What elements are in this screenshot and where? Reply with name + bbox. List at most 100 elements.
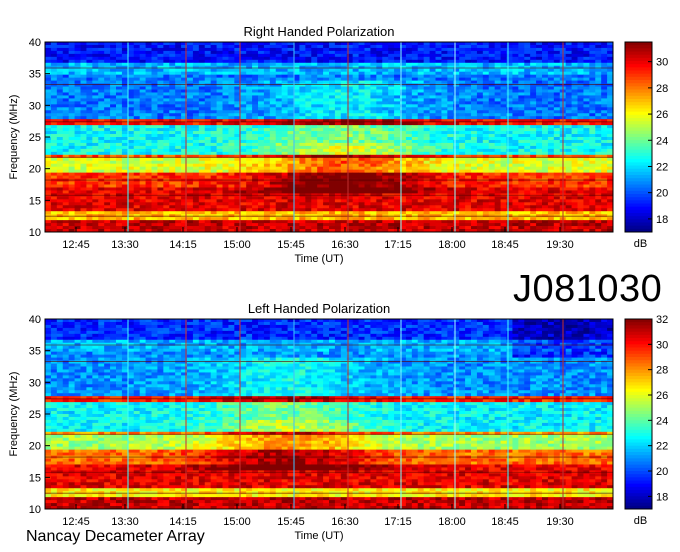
heatmap-cell: [45, 48, 51, 51]
heatmap-cell: [92, 98, 98, 101]
heatmap-cell: [211, 98, 217, 101]
heatmap-cell: [258, 113, 264, 116]
heatmap-cell: [323, 48, 329, 51]
heatmap-cell: [169, 63, 175, 66]
heatmap-cell: [199, 167, 205, 170]
heatmap-cell: [607, 42, 613, 45]
heatmap-cell: [495, 78, 501, 81]
heatmap-cell: [323, 87, 329, 90]
heatmap-cell: [57, 42, 63, 45]
heatmap-cell: [240, 116, 246, 119]
heatmap-cell: [146, 110, 152, 113]
heatmap-cell: [335, 125, 341, 128]
heatmap-cell: [264, 161, 270, 164]
heatmap-cell: [57, 158, 63, 161]
heatmap-cell: [128, 176, 134, 179]
heatmap-cell: [92, 48, 98, 51]
heatmap-cell: [353, 131, 359, 134]
heatmap-cell: [459, 51, 465, 54]
heatmap-cell: [536, 164, 542, 167]
heatmap-cell: [376, 187, 382, 190]
heatmap-cell: [258, 170, 264, 173]
heatmap-cell: [536, 143, 542, 146]
heatmap-cell: [104, 95, 110, 98]
heatmap-cell: [211, 107, 217, 110]
heatmap-cell: [246, 176, 252, 179]
heatmap-cell: [465, 182, 471, 185]
heatmap-cell: [459, 155, 465, 158]
heatmap-cell: [583, 87, 589, 90]
heatmap-cell: [116, 152, 122, 155]
heatmap-cell: [554, 146, 560, 149]
heatmap-cell: [447, 164, 453, 167]
heatmap-cell: [152, 187, 158, 190]
heatmap-cell: [305, 143, 311, 146]
heatmap-cell: [483, 155, 489, 158]
heatmap-cell: [370, 173, 376, 176]
heatmap-cell: [459, 54, 465, 57]
heatmap-cell: [512, 164, 518, 167]
heatmap-cell: [305, 42, 311, 45]
heatmap-cell: [418, 131, 424, 134]
heatmap-cell: [548, 190, 554, 193]
heatmap-cell: [436, 98, 442, 101]
heatmap-cell: [193, 134, 199, 137]
heatmap-cell: [406, 78, 412, 81]
heatmap-cell: [57, 63, 63, 66]
heatmap-cell: [92, 140, 98, 143]
heatmap-cell: [86, 98, 92, 101]
heatmap-cell: [589, 98, 595, 101]
heatmap-cell: [542, 173, 548, 176]
heatmap-cell: [69, 182, 75, 185]
heatmap-cell: [258, 146, 264, 149]
heatmap-cell: [86, 187, 92, 190]
heatmap-cell: [92, 87, 98, 90]
heatmap-cell: [453, 137, 459, 140]
heatmap-cell: [104, 170, 110, 173]
heatmap-cell: [518, 113, 524, 116]
heatmap-cell: [548, 75, 554, 78]
heatmap-cell: [98, 45, 104, 48]
heatmap-cell: [542, 90, 548, 93]
heatmap-cell: [45, 107, 51, 110]
heatmap-cell: [75, 155, 81, 158]
heatmap-cell: [163, 167, 169, 170]
heatmap-cell: [140, 107, 146, 110]
heatmap-cell: [81, 131, 87, 134]
heatmap-cell: [441, 185, 447, 188]
heatmap-cell: [228, 45, 234, 48]
heatmap-cell: [341, 158, 347, 161]
heatmap-cell: [317, 131, 323, 134]
heatmap-cell: [601, 134, 607, 137]
heatmap-cell: [566, 92, 572, 95]
heatmap-cell: [128, 69, 134, 72]
heatmap-cell: [607, 131, 613, 134]
heatmap-cell: [572, 137, 578, 140]
heatmap-cell: [436, 146, 442, 149]
heatmap-cell: [370, 128, 376, 131]
heatmap-cell: [45, 69, 51, 72]
heatmap-cell: [489, 161, 495, 164]
heatmap-cell: [240, 101, 246, 104]
heatmap-cell: [524, 69, 530, 72]
heatmap-cell: [205, 152, 211, 155]
heatmap-cell: [329, 45, 335, 48]
heatmap-cell: [240, 176, 246, 179]
heatmap-cell: [305, 187, 311, 190]
heatmap-cell: [211, 48, 217, 51]
heatmap-cell: [199, 143, 205, 146]
heatmap-cell: [418, 134, 424, 137]
heatmap-cell: [501, 190, 507, 193]
heatmap-cell: [477, 66, 483, 69]
heatmap-cell: [524, 104, 530, 107]
heatmap-cell: [311, 170, 317, 173]
heatmap-cell: [471, 81, 477, 84]
heatmap-cell: [240, 146, 246, 149]
heatmap-cell: [134, 104, 140, 107]
heatmap-cell: [459, 57, 465, 60]
heatmap-cell: [276, 45, 282, 48]
heatmap-cell: [518, 69, 524, 72]
heatmap-cell: [81, 92, 87, 95]
heatmap-cell: [365, 116, 371, 119]
heatmap-cell: [518, 146, 524, 149]
